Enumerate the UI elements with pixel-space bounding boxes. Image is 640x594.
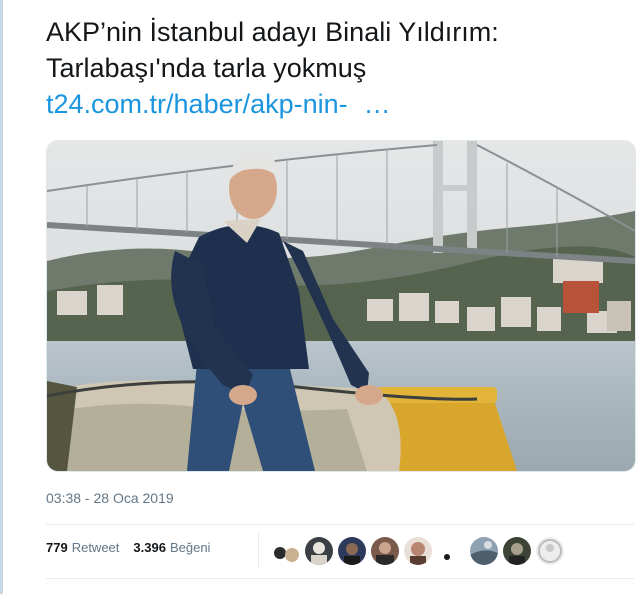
tweet-timestamp[interactable]: 03:38 - 28 Oca 2019 <box>46 490 174 506</box>
photo-illustration <box>47 141 635 471</box>
left-border <box>0 0 3 594</box>
article-link[interactable]: t24.com.tr/haber/akp-nin- <box>46 86 348 122</box>
stats-separator <box>258 532 259 568</box>
tweet-text: AKP’nin İstanbul adayı Binali Yıldırım: … <box>46 14 636 122</box>
liker-avatars <box>272 537 564 565</box>
liker-avatar-3[interactable] <box>338 537 366 565</box>
liker-avatar-2[interactable] <box>305 537 333 565</box>
tweet-photo[interactable] <box>46 140 636 472</box>
link-ellipsis: … <box>363 89 391 119</box>
retweet-count[interactable]: 779 <box>46 540 68 555</box>
divider-top <box>46 524 634 525</box>
liker-avatar-7[interactable] <box>470 537 498 565</box>
liker-avatar-1[interactable] <box>272 537 300 565</box>
liker-avatar-9[interactable] <box>536 537 564 565</box>
tweet-text-line-1: AKP’nin İstanbul adayı Binali Yıldırım: <box>46 17 499 47</box>
tweet-stats: 779 Retweet 3.396 Beğeni <box>46 540 210 555</box>
like-label[interactable]: Beğeni <box>170 540 210 555</box>
tweet-text-line-2: Tarlabaşı'nda tarla yokmuş <box>46 53 367 83</box>
like-count[interactable]: 3.396 <box>133 540 166 555</box>
divider-bottom <box>46 578 634 579</box>
liker-avatar-8[interactable] <box>503 537 531 565</box>
liker-avatar-4[interactable] <box>371 537 399 565</box>
link-line: t24.com.tr/haber/akp-nin- … <box>46 86 636 122</box>
tweet-text-block: AKP’nin İstanbul adayı Binali Yıldırım: … <box>46 14 636 122</box>
liker-avatar-5[interactable] <box>404 537 432 565</box>
liker-avatar-6[interactable] <box>437 537 465 565</box>
retweet-label[interactable]: Retweet <box>72 540 120 555</box>
